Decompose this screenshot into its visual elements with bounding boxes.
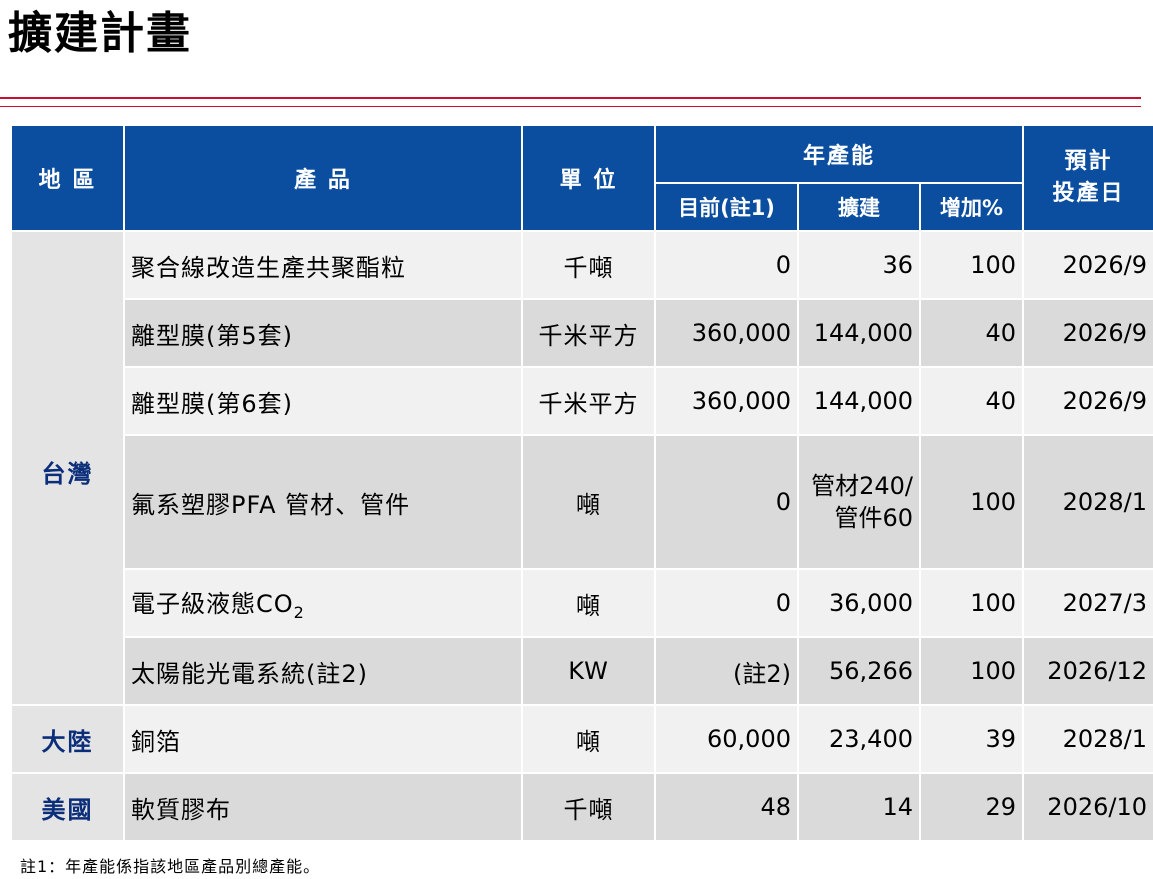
unit-cell: 千米平方	[521, 366, 656, 436]
product-cell: 銅箔	[123, 704, 523, 774]
date-cell: 2026/9	[1022, 298, 1153, 368]
unit-cell: 噸	[521, 568, 656, 638]
region-mainland: 大陸	[10, 704, 125, 774]
expansion-cell: 36	[797, 230, 921, 300]
product-text: 電子級液態CO	[131, 590, 294, 619]
table-row: 氟系塑膠PFA 管材、管件 噸 0 管材240/ 管件60 100 2028/1	[11, 434, 1153, 570]
increase-cell: 100	[919, 568, 1024, 638]
expansion-cell: 23,400	[797, 704, 921, 774]
unit-cell: 千噸	[521, 772, 656, 842]
unit-cell: 千噸	[521, 230, 656, 300]
product-cell: 離型膜(第6套)	[123, 366, 523, 436]
table-row: 離型膜(第6套) 千米平方 360,000 144,000 40 2026/9	[11, 366, 1153, 436]
date-cell: 2026/9	[1022, 366, 1153, 436]
table-row: 台灣 聚合線改造生產共聚酯粒 千噸 0 36 100 2026/9	[10, 230, 1153, 706]
table-row: 大陸 銅箔 噸 60,000 23,400 39 2028/1	[10, 704, 1153, 774]
current-cell: 0	[654, 230, 799, 300]
date-cell: 2028/1	[1022, 704, 1153, 774]
current-cell: 360,000	[654, 366, 799, 436]
title-divider-thick	[0, 97, 1141, 99]
product-subscript: 2	[293, 602, 305, 622]
region-taiwan: 台灣	[10, 230, 125, 706]
unit-cell: 千米平方	[521, 298, 656, 368]
date-cell: 2027/3	[1022, 568, 1153, 638]
product-cell: 離型膜(第5套)	[123, 298, 523, 368]
product-cell: 氟系塑膠PFA 管材、管件	[123, 434, 523, 570]
increase-cell: 100	[919, 230, 1024, 300]
header-expected-line2: 投產日	[1052, 181, 1125, 206]
increase-cell: 40	[919, 366, 1024, 436]
increase-cell: 100	[919, 434, 1024, 570]
expansion-line-tube: 管材240/	[811, 472, 913, 500]
expansion-line-fitting: 管件60	[834, 504, 913, 532]
expansion-cell: 144,000	[797, 366, 921, 436]
table-row: 美國 軟質膠布 千噸 48 14 29 2026/10	[10, 772, 1153, 842]
header-expected-date: 預計 投產日	[1022, 124, 1153, 232]
header-current: 目前(註1)	[654, 182, 799, 232]
table-row: 電子級液態CO2 噸 0 36,000 100 2027/3	[11, 568, 1153, 638]
unit-cell: KW	[521, 636, 656, 706]
header-product: 產 品	[123, 124, 523, 232]
expansion-cell: 管材240/ 管件60	[797, 434, 921, 570]
expansion-cell: 14	[797, 772, 921, 842]
current-cell: 360,000	[654, 298, 799, 368]
increase-cell: 29	[919, 772, 1024, 842]
current-cell: (註2)	[654, 636, 799, 706]
header-expected-line1: 預計	[1064, 149, 1113, 174]
expansion-cell: 56,266	[797, 636, 921, 706]
current-cell: 60,000	[654, 704, 799, 774]
footnote: 註1：年產能係指該地區產品別總產能。	[20, 857, 321, 876]
header-region: 地 區	[10, 124, 125, 232]
header-annual-capacity: 年產能	[654, 124, 1024, 184]
region-usa: 美國	[10, 772, 125, 842]
expansion-cell: 36,000	[797, 568, 921, 638]
header-expansion: 擴建	[797, 182, 921, 232]
current-cell: 0	[654, 568, 799, 638]
expansion-cell: 144,000	[797, 298, 921, 368]
date-cell: 2028/1	[1022, 434, 1153, 570]
increase-cell: 40	[919, 298, 1024, 368]
header-unit: 單 位	[521, 124, 656, 232]
current-cell: 48	[654, 772, 799, 842]
date-cell: 2026/9	[1022, 230, 1153, 300]
unit-cell: 噸	[521, 704, 656, 774]
date-cell: 2026/10	[1022, 772, 1153, 842]
increase-cell: 39	[919, 704, 1024, 774]
page-title: 擴建計畫	[8, 8, 192, 59]
current-cell: 0	[654, 434, 799, 570]
product-cell: 軟質膠布	[123, 772, 523, 842]
header-row-1: 地 區 產 品 單 位 年產能 預計 投產日	[10, 124, 1153, 232]
header-increase: 增加%	[919, 182, 1024, 232]
date-cell: 2026/12	[1022, 636, 1153, 706]
table-row: 太陽能光電系統(註2) KW (註2) 56,266 100 2026/12	[11, 636, 1153, 706]
unit-cell: 噸	[521, 434, 656, 570]
product-cell: 聚合線改造生產共聚酯粒	[123, 230, 523, 300]
table-row: 離型膜(第5套) 千米平方 360,000 144,000 40 2026/9	[11, 298, 1153, 368]
product-cell: 太陽能光電系統(註2)	[123, 636, 523, 706]
title-divider-thin	[0, 106, 1141, 107]
product-cell: 電子級液態CO2	[123, 568, 523, 638]
increase-cell: 100	[919, 636, 1024, 706]
expansion-plan-table: 地 區 產 品 單 位 年產能 預計 投產日 目前(註1) 擴建 增加% 台灣 …	[10, 124, 1153, 842]
